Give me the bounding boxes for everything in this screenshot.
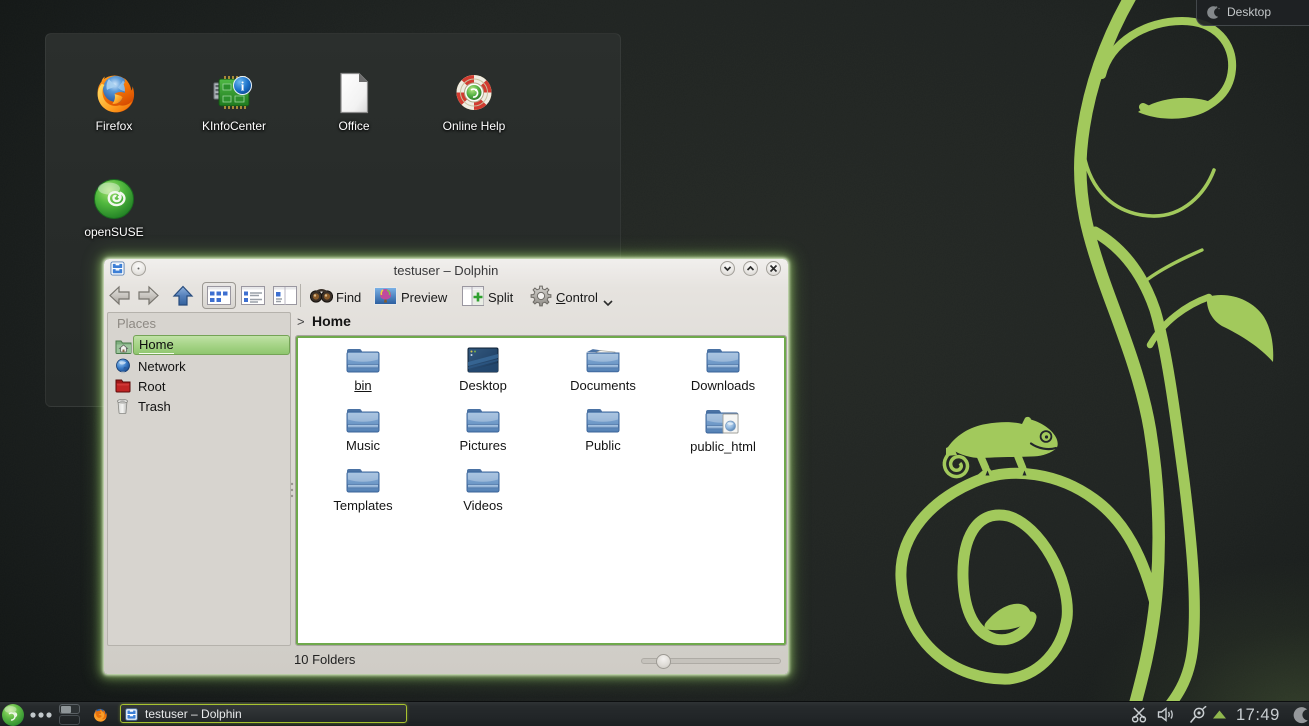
svg-text:i: i xyxy=(241,79,245,94)
